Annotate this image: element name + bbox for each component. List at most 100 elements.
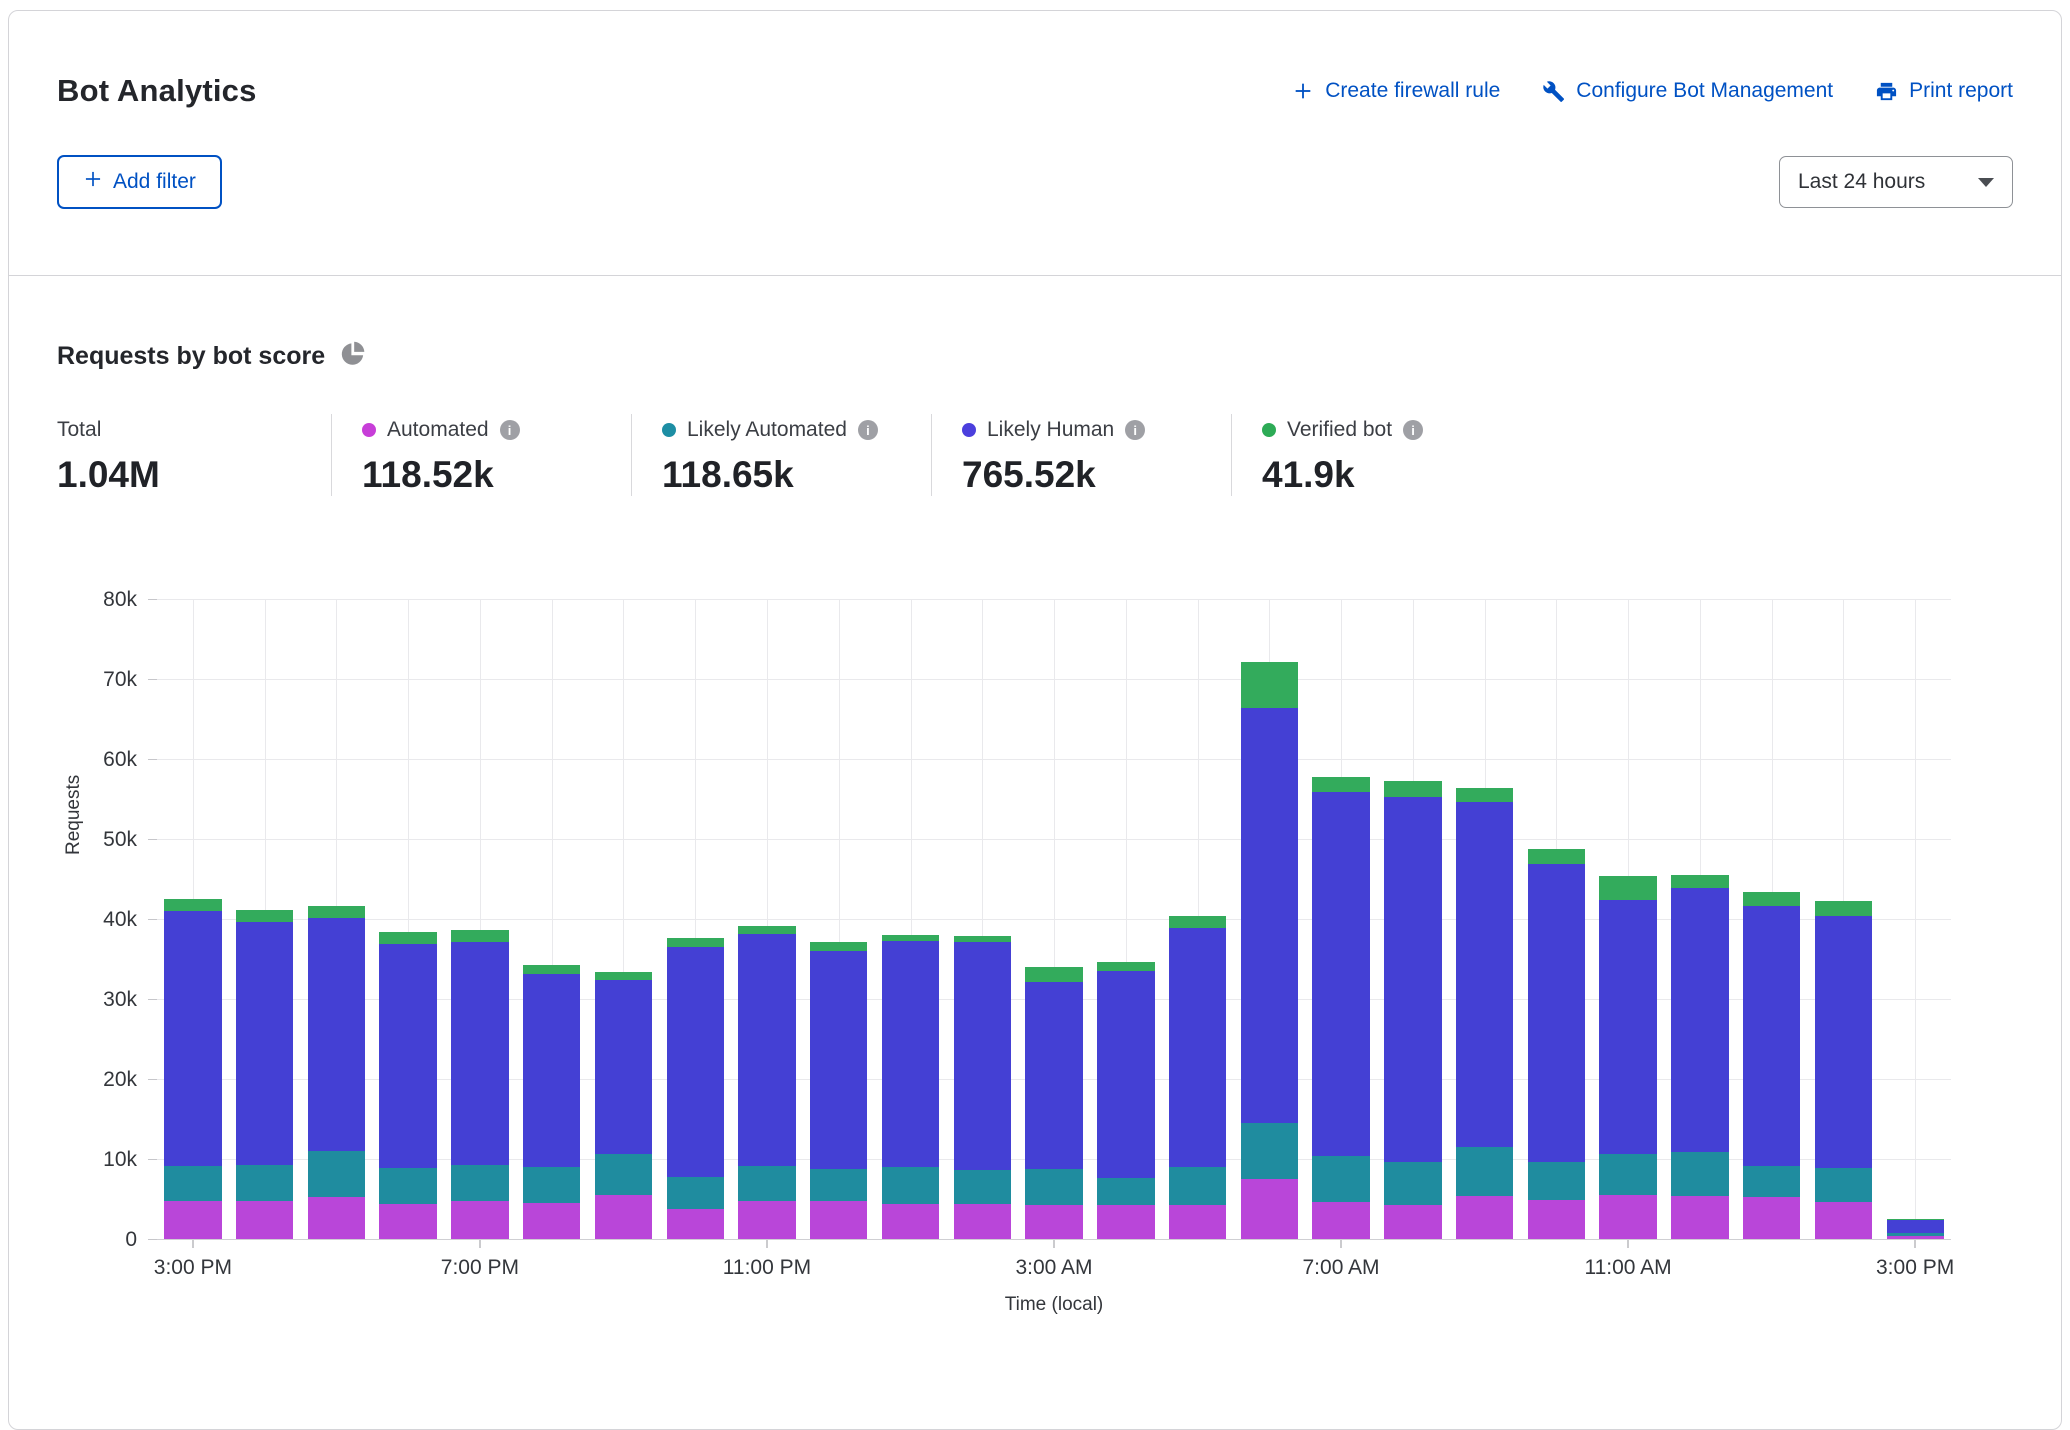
bar-segment-verified-bot bbox=[738, 926, 795, 934]
bar-11:00 PM[interactable] bbox=[738, 600, 795, 1239]
bar-10:00 PM[interactable] bbox=[667, 600, 724, 1239]
x-axis-title: Time (local) bbox=[157, 1294, 1951, 1316]
bar-segment-likely-automated bbox=[667, 1177, 724, 1209]
bar-segment-verified-bot bbox=[1599, 876, 1656, 900]
info-icon[interactable] bbox=[1125, 420, 1145, 440]
bar-9:00 PM[interactable] bbox=[595, 600, 652, 1239]
time-range-select[interactable]: Last 24 hours bbox=[1779, 156, 2013, 208]
y-tick-mark bbox=[148, 759, 157, 760]
bar-8:00 AM[interactable] bbox=[1384, 600, 1441, 1239]
bar-segment-likely-automated bbox=[1528, 1162, 1585, 1200]
bar-segment-automated bbox=[1671, 1196, 1728, 1239]
add-filter-button[interactable]: Add filter bbox=[57, 155, 222, 209]
bar-segment-likely-human bbox=[308, 918, 365, 1151]
bar-segment-verified-bot bbox=[236, 910, 293, 922]
stat-verified-bot[interactable]: Verified bot 41.9k bbox=[1231, 414, 1531, 496]
bar-segment-likely-automated bbox=[236, 1165, 293, 1201]
bar-5:00 PM[interactable] bbox=[308, 600, 365, 1239]
bar-segment-verified-bot bbox=[595, 972, 652, 980]
bar-slot bbox=[875, 600, 947, 1240]
bar-7:00 AM[interactable] bbox=[1312, 600, 1369, 1239]
bar-11:00 AM[interactable] bbox=[1599, 600, 1656, 1239]
pie-chart-icon bbox=[339, 340, 366, 372]
bar-segment-verified-bot bbox=[308, 906, 365, 918]
bar-segment-likely-human bbox=[236, 922, 293, 1165]
stat-label: Automated bbox=[387, 418, 489, 442]
x-tick-mark bbox=[766, 1240, 767, 1248]
bar-2:00 PM[interactable] bbox=[1815, 600, 1872, 1239]
bar-segment-automated bbox=[1456, 1196, 1513, 1239]
bar-12:00 PM[interactable] bbox=[1671, 600, 1728, 1239]
bar-segment-likely-human bbox=[1312, 792, 1369, 1156]
info-icon[interactable] bbox=[500, 420, 520, 440]
bar-9:00 AM[interactable] bbox=[1456, 600, 1513, 1239]
bar-10:00 AM[interactable] bbox=[1528, 600, 1585, 1239]
bar-slot bbox=[1664, 600, 1736, 1240]
bar-segment-likely-automated bbox=[738, 1166, 795, 1201]
stat-automated[interactable]: Automated 118.52k bbox=[331, 414, 631, 496]
configure-bot-management-link[interactable]: Configure Bot Management bbox=[1542, 79, 1833, 103]
bar-5:00 AM[interactable] bbox=[1169, 600, 1226, 1239]
info-icon[interactable] bbox=[1403, 420, 1423, 440]
header-actions: Create firewall rule Configure Bot Manag… bbox=[1292, 79, 2013, 103]
print-report-link[interactable]: Print report bbox=[1875, 79, 2013, 103]
bar-segment-likely-human bbox=[1815, 916, 1872, 1168]
time-range-value: Last 24 hours bbox=[1798, 170, 1925, 194]
stat-value: 41.9k bbox=[1262, 454, 1531, 496]
y-tick-mark bbox=[148, 999, 157, 1000]
bar-segment-likely-human bbox=[1887, 1220, 1944, 1233]
bar-segment-verified-bot bbox=[1456, 788, 1513, 802]
bar-segment-automated bbox=[1384, 1205, 1441, 1239]
bar-12:00 AM[interactable] bbox=[810, 600, 867, 1239]
info-icon[interactable] bbox=[858, 420, 878, 440]
bar-segment-verified-bot bbox=[1528, 849, 1585, 863]
bar-1:00 AM[interactable] bbox=[882, 600, 939, 1239]
bar-segment-likely-automated bbox=[1456, 1147, 1513, 1196]
x-tick-mark bbox=[1341, 1240, 1342, 1248]
bar-8:00 PM[interactable] bbox=[523, 600, 580, 1239]
bar-slot bbox=[588, 600, 660, 1240]
bar-segment-likely-automated bbox=[1097, 1178, 1154, 1205]
x-tick-label: 3:00 PM bbox=[1876, 1256, 1954, 1280]
y-tick-label: 80k bbox=[103, 588, 137, 612]
bar-segment-likely-automated bbox=[1599, 1154, 1656, 1196]
bar-segment-automated bbox=[1025, 1205, 1082, 1239]
bar-7:00 PM[interactable] bbox=[451, 600, 508, 1239]
legend-dot bbox=[362, 423, 376, 437]
plot-area bbox=[157, 600, 1951, 1240]
bar-3:00 PM[interactable] bbox=[1887, 600, 1944, 1239]
bar-segment-likely-automated bbox=[379, 1168, 436, 1204]
bar-segment-likely-automated bbox=[523, 1167, 580, 1203]
bar-segment-likely-automated bbox=[595, 1154, 652, 1195]
bar-6:00 PM[interactable] bbox=[379, 600, 436, 1239]
bar-1:00 PM[interactable] bbox=[1743, 600, 1800, 1239]
bar-slot bbox=[659, 600, 731, 1240]
bar-6:00 AM[interactable] bbox=[1241, 600, 1298, 1239]
stat-likely-human[interactable]: Likely Human 765.52k bbox=[931, 414, 1231, 496]
bar-3:00 PM[interactable] bbox=[164, 600, 221, 1239]
bar-segment-automated bbox=[523, 1203, 580, 1239]
x-tick-mark bbox=[1915, 1240, 1916, 1248]
bar-segment-automated bbox=[1599, 1195, 1656, 1239]
bar-slot bbox=[1377, 600, 1449, 1240]
bar-3:00 AM[interactable] bbox=[1025, 600, 1082, 1239]
x-tick-label: 7:00 AM bbox=[1303, 1256, 1380, 1280]
card-header: Bot Analytics Create firewall rule Confi… bbox=[9, 11, 2061, 275]
bar-segment-likely-human bbox=[1456, 802, 1513, 1147]
bar-4:00 AM[interactable] bbox=[1097, 600, 1154, 1239]
section-heading: Requests by bot score bbox=[57, 342, 325, 371]
y-tick-mark bbox=[148, 919, 157, 920]
stat-likely-automated[interactable]: Likely Automated 118.65k bbox=[631, 414, 931, 496]
bar-slot bbox=[1233, 600, 1305, 1240]
stat-label: Likely Human bbox=[987, 418, 1114, 442]
bar-segment-likely-human bbox=[810, 951, 867, 1168]
bar-slot bbox=[1736, 600, 1808, 1240]
bar-2:00 AM[interactable] bbox=[954, 600, 1011, 1239]
bar-segment-likely-human bbox=[1097, 971, 1154, 1178]
bar-slot bbox=[301, 600, 373, 1240]
bar-slot bbox=[157, 600, 229, 1240]
y-tick-label: 40k bbox=[103, 908, 137, 932]
create-firewall-rule-link[interactable]: Create firewall rule bbox=[1292, 79, 1500, 103]
bar-segment-automated bbox=[1241, 1179, 1298, 1239]
bar-4:00 PM[interactable] bbox=[236, 600, 293, 1239]
